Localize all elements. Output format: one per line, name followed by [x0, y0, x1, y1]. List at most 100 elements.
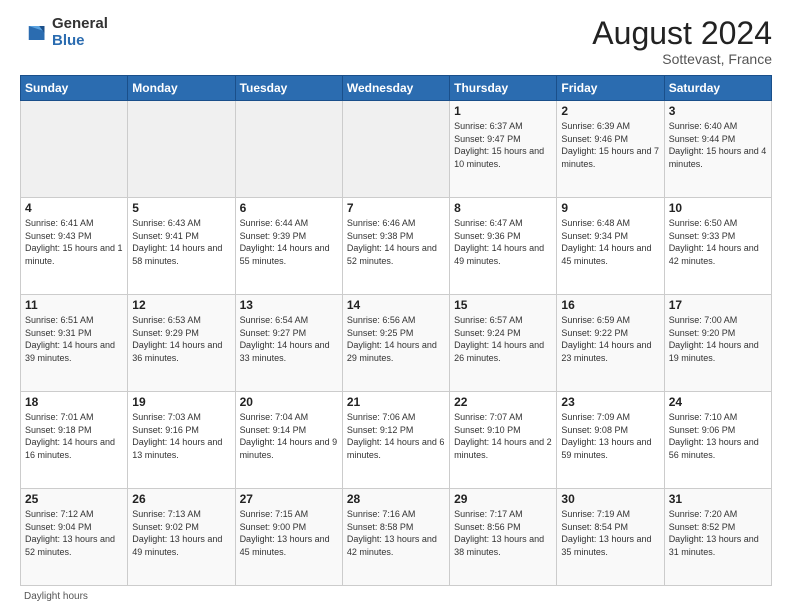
- calendar-cell: 26Sunrise: 7:13 AMSunset: 9:02 PMDayligh…: [128, 489, 235, 586]
- day-number: 11: [25, 298, 123, 312]
- day-number: 30: [561, 492, 659, 506]
- calendar-cell: 11 Sunrise: 6:51 AMSunset: 9:31 PMDayligh…: [21, 295, 128, 392]
- calendar-cell: 20Sunrise: 7:04 AMSunset: 9:14 PMDayligh…: [235, 392, 342, 489]
- day-info: Sunrise: 7:13 AMSunset: 9:02 PMDaylight:…: [132, 509, 222, 557]
- header-day-saturday: Saturday: [664, 76, 771, 101]
- calendar-cell: 4 Sunrise: 6:41 AMSunset: 9:43 PMDaylight…: [21, 198, 128, 295]
- day-number: 31: [669, 492, 767, 506]
- day-info: Sunrise: 6:47 AMSunset: 9:36 PMDaylight:…: [454, 218, 544, 266]
- day-info: Sunrise: 6:39 AMSunset: 9:46 PMDaylight:…: [561, 121, 659, 169]
- day-number: 8: [454, 201, 552, 215]
- calendar-cell: 7Sunrise: 6:46 AMSunset: 9:38 PMDaylight…: [342, 198, 449, 295]
- day-number: 9: [561, 201, 659, 215]
- logo-text: General Blue: [52, 16, 108, 49]
- day-info: Sunrise: 7:03 AMSunset: 9:16 PMDaylight:…: [132, 412, 222, 460]
- week-row-5: 25 Sunrise: 7:12 AMSunset: 9:04 PMDayligh…: [21, 489, 772, 586]
- day-info: Sunrise: 7:00 AMSunset: 9:20 PMDaylight:…: [669, 315, 759, 363]
- header-day-wednesday: Wednesday: [342, 76, 449, 101]
- calendar-cell: 10 Sunrise: 6:50 AMSunset: 9:33 PMDayligh…: [664, 198, 771, 295]
- day-number: 12: [132, 298, 230, 312]
- day-number: 24: [669, 395, 767, 409]
- logo-blue: Blue: [52, 33, 108, 50]
- header-row: SundayMondayTuesdayWednesdayThursdayFrid…: [21, 76, 772, 101]
- calendar-cell: [235, 101, 342, 198]
- day-number: 3: [669, 104, 767, 118]
- day-number: 21: [347, 395, 445, 409]
- calendar-cell: [342, 101, 449, 198]
- calendar-cell: 19 Sunrise: 7:03 AMSunset: 9:16 PMDayligh…: [128, 392, 235, 489]
- calendar-cell: 22 Sunrise: 7:07 AMSunset: 9:10 PMDayligh…: [450, 392, 557, 489]
- logo: General Blue: [20, 16, 108, 49]
- calendar-cell: 12 Sunrise: 6:53 AMSunset: 9:29 PMDayligh…: [128, 295, 235, 392]
- day-number: 6: [240, 201, 338, 215]
- calendar-cell: 6 Sunrise: 6:44 AMSunset: 9:39 PMDaylight…: [235, 198, 342, 295]
- day-info: Sunrise: 7:15 AMSunset: 9:00 PMDaylight:…: [240, 509, 330, 557]
- day-info: Sunrise: 7:19 AMSunset: 8:54 PMDaylight:…: [561, 509, 651, 557]
- day-number: 18: [25, 395, 123, 409]
- calendar-cell: 30 Sunrise: 7:19 AMSunset: 8:54 PMDayligh…: [557, 489, 664, 586]
- calendar-cell: 29Sunrise: 7:17 AMSunset: 8:56 PMDayligh…: [450, 489, 557, 586]
- calendar-page: General Blue August 2024 Sottevast, Fran…: [0, 0, 792, 612]
- calendar-cell: 2Sunrise: 6:39 AMSunset: 9:46 PMDaylight…: [557, 101, 664, 198]
- daylight-hours-label: Daylight hours: [24, 591, 88, 602]
- day-number: 4: [25, 201, 123, 215]
- day-number: 1: [454, 104, 552, 118]
- header-day-monday: Monday: [128, 76, 235, 101]
- calendar-cell: 8 Sunrise: 6:47 AMSunset: 9:36 PMDaylight…: [450, 198, 557, 295]
- day-info: Sunrise: 7:07 AMSunset: 9:10 PMDaylight:…: [454, 412, 552, 460]
- week-row-1: 1 Sunrise: 6:37 AMSunset: 9:47 PMDaylight…: [21, 101, 772, 198]
- week-row-4: 18 Sunrise: 7:01 AMSunset: 9:18 PMDayligh…: [21, 392, 772, 489]
- day-number: 22: [454, 395, 552, 409]
- calendar-cell: 5Sunrise: 6:43 AMSunset: 9:41 PMDaylight…: [128, 198, 235, 295]
- day-number: 10: [669, 201, 767, 215]
- day-info: Sunrise: 7:06 AMSunset: 9:12 PMDaylight:…: [347, 412, 445, 460]
- header-day-sunday: Sunday: [21, 76, 128, 101]
- day-info: Sunrise: 6:37 AMSunset: 9:47 PMDaylight:…: [454, 121, 544, 169]
- calendar-cell: [21, 101, 128, 198]
- header-day-friday: Friday: [557, 76, 664, 101]
- day-info: Sunrise: 7:16 AMSunset: 8:58 PMDaylight:…: [347, 509, 437, 557]
- header-day-tuesday: Tuesday: [235, 76, 342, 101]
- logo-icon: [20, 19, 48, 47]
- day-info: Sunrise: 7:04 AMSunset: 9:14 PMDaylight:…: [240, 412, 338, 460]
- calendar-cell: 21 Sunrise: 7:06 AMSunset: 9:12 PMDayligh…: [342, 392, 449, 489]
- day-number: 13: [240, 298, 338, 312]
- day-number: 25: [25, 492, 123, 506]
- calendar-cell: 28Sunrise: 7:16 AMSunset: 8:58 PMDayligh…: [342, 489, 449, 586]
- calendar-cell: 25 Sunrise: 7:12 AMSunset: 9:04 PMDayligh…: [21, 489, 128, 586]
- day-info: Sunrise: 6:41 AMSunset: 9:43 PMDaylight:…: [25, 218, 123, 266]
- day-number: 19: [132, 395, 230, 409]
- calendar-table: SundayMondayTuesdayWednesdayThursdayFrid…: [20, 75, 772, 586]
- day-number: 16: [561, 298, 659, 312]
- day-info: Sunrise: 6:59 AMSunset: 9:22 PMDaylight:…: [561, 315, 651, 363]
- calendar-cell: 1 Sunrise: 6:37 AMSunset: 9:47 PMDaylight…: [450, 101, 557, 198]
- calendar-cell: [128, 101, 235, 198]
- header-day-thursday: Thursday: [450, 76, 557, 101]
- day-info: Sunrise: 6:57 AMSunset: 9:24 PMDaylight:…: [454, 315, 544, 363]
- location-subtitle: Sottevast, France: [592, 51, 772, 67]
- day-info: Sunrise: 7:09 AMSunset: 9:08 PMDaylight:…: [561, 412, 651, 460]
- calendar-cell: 18 Sunrise: 7:01 AMSunset: 9:18 PMDayligh…: [21, 392, 128, 489]
- logo-general: General: [52, 16, 108, 33]
- day-info: Sunrise: 6:44 AMSunset: 9:39 PMDaylight:…: [240, 218, 330, 266]
- calendar-cell: 15Sunrise: 6:57 AMSunset: 9:24 PMDayligh…: [450, 295, 557, 392]
- calendar-body: 1 Sunrise: 6:37 AMSunset: 9:47 PMDaylight…: [21, 101, 772, 586]
- calendar-cell: 24Sunrise: 7:10 AMSunset: 9:06 PMDayligh…: [664, 392, 771, 489]
- day-info: Sunrise: 6:50 AMSunset: 9:33 PMDaylight:…: [669, 218, 759, 266]
- calendar-cell: 13Sunrise: 6:54 AMSunset: 9:27 PMDayligh…: [235, 295, 342, 392]
- calendar-cell: 14Sunrise: 6:56 AMSunset: 9:25 PMDayligh…: [342, 295, 449, 392]
- day-info: Sunrise: 7:12 AMSunset: 9:04 PMDaylight:…: [25, 509, 115, 557]
- day-number: 17: [669, 298, 767, 312]
- calendar-header: SundayMondayTuesdayWednesdayThursdayFrid…: [21, 76, 772, 101]
- day-number: 14: [347, 298, 445, 312]
- day-info: Sunrise: 6:53 AMSunset: 9:29 PMDaylight:…: [132, 315, 222, 363]
- calendar-cell: 27Sunrise: 7:15 AMSunset: 9:00 PMDayligh…: [235, 489, 342, 586]
- calendar-cell: 16 Sunrise: 6:59 AMSunset: 9:22 PMDayligh…: [557, 295, 664, 392]
- calendar-cell: 3Sunrise: 6:40 AMSunset: 9:44 PMDaylight…: [664, 101, 771, 198]
- day-info: Sunrise: 7:01 AMSunset: 9:18 PMDaylight:…: [25, 412, 115, 460]
- title-block: August 2024 Sottevast, France: [592, 16, 772, 67]
- calendar-cell: 23Sunrise: 7:09 AMSunset: 9:08 PMDayligh…: [557, 392, 664, 489]
- day-info: Sunrise: 6:51 AMSunset: 9:31 PMDaylight:…: [25, 315, 115, 363]
- day-info: Sunrise: 7:17 AMSunset: 8:56 PMDaylight:…: [454, 509, 544, 557]
- footer: Daylight hours: [20, 591, 772, 602]
